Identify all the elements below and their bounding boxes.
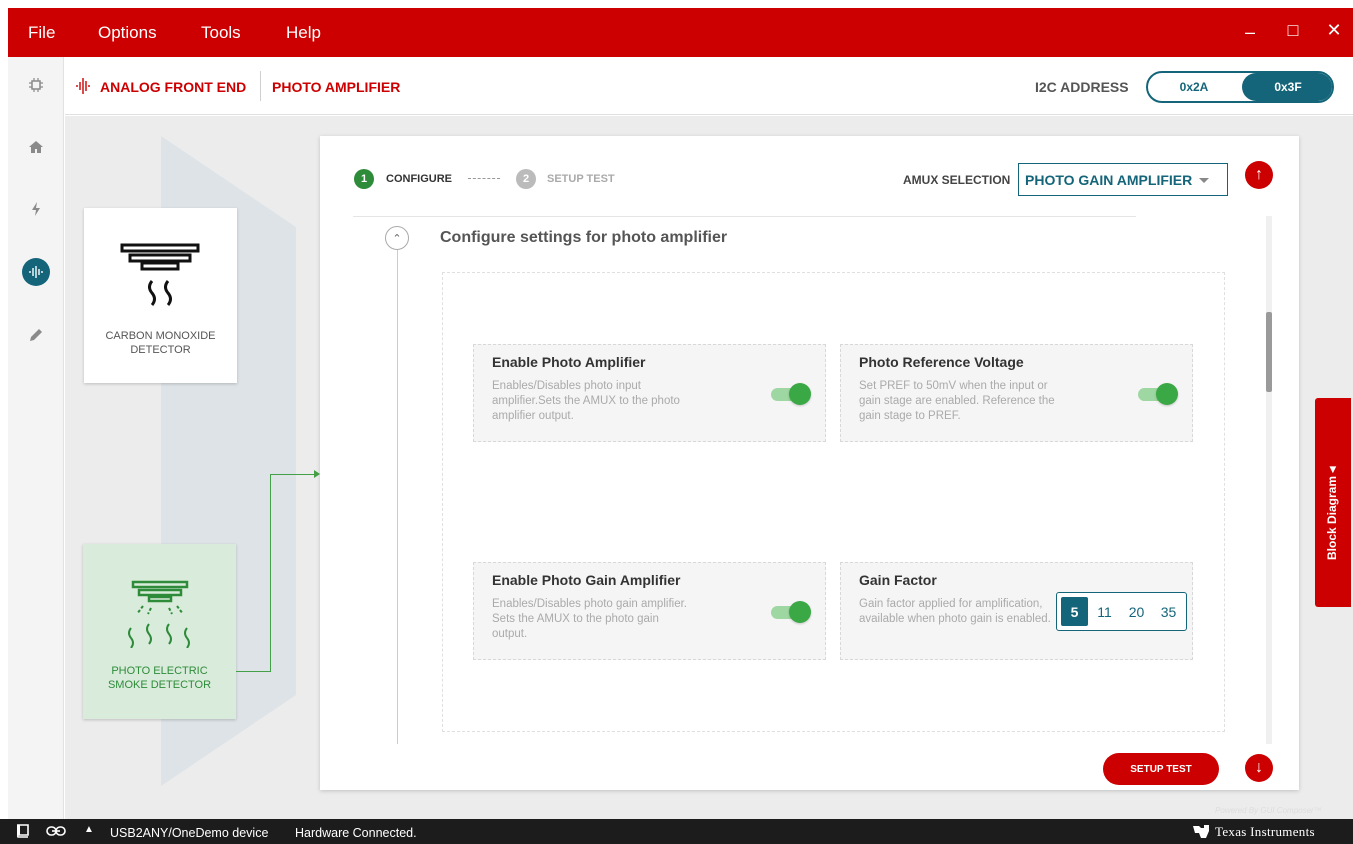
divider xyxy=(353,216,1136,217)
breadcrumb-analog-front-end[interactable]: ANALOG FRONT END xyxy=(100,79,246,95)
enable-photo-amplifier-toggle[interactable] xyxy=(771,383,811,405)
setting-enable-photo-amplifier: Enable Photo Amplifier Enables/Disables … xyxy=(473,344,826,442)
detector-card-carbon-monoxide[interactable]: CARBON MONOXIDE DETECTOR xyxy=(84,208,237,383)
setting-photo-reference-voltage: Photo Reference Voltage Set PREF to 50mV… xyxy=(840,344,1193,442)
setting-title: Photo Reference Voltage xyxy=(859,354,1024,370)
toggle-knob xyxy=(1156,383,1178,405)
close-icon[interactable]: ✕ xyxy=(1322,20,1346,41)
detector-label-line2: SMOKE DETECTOR xyxy=(107,679,212,691)
menu-tools[interactable]: Tools xyxy=(201,23,241,43)
detector-label-line1: PHOTO ELECTRIC xyxy=(111,665,208,677)
toggle-knob xyxy=(789,601,811,623)
setting-title: Gain Factor xyxy=(859,572,937,588)
waveform-icon[interactable] xyxy=(22,258,50,286)
amux-selection-dropdown[interactable]: PHOTO GAIN AMPLIFIER xyxy=(1018,163,1228,196)
collapse-button[interactable]: ⌃ xyxy=(385,226,409,250)
menu-help[interactable]: Help xyxy=(286,23,321,43)
photo-reference-voltage-toggle[interactable] xyxy=(1138,383,1178,405)
scroll-up-button[interactable]: ↑ xyxy=(1245,161,1273,189)
timeline-line xyxy=(397,250,398,744)
gain-option-20[interactable]: 20 xyxy=(1123,597,1150,626)
chevron-up-icon[interactable]: ▲ xyxy=(84,824,94,835)
block-diagram-label: Block Diagram ◂ xyxy=(1325,466,1339,560)
gain-factor-selector[interactable]: 5 11 20 35 xyxy=(1056,592,1187,631)
nav-rail xyxy=(8,57,64,819)
arrow-up-icon: ↑ xyxy=(1255,166,1263,183)
connector-line xyxy=(236,671,271,672)
setting-title: Enable Photo Gain Amplifier xyxy=(492,572,681,588)
flash-icon[interactable] xyxy=(22,195,50,223)
menu-file[interactable]: File xyxy=(28,23,55,43)
setting-description: Gain factor applied for amplification, a… xyxy=(859,598,1051,625)
maximize-icon[interactable]: □ xyxy=(1281,20,1305,41)
step-2-badge: 2 xyxy=(516,169,536,189)
ti-brand-text: Texas Instruments xyxy=(1215,824,1315,839)
scrollbar-thumb[interactable] xyxy=(1266,312,1272,392)
pencil-icon[interactable] xyxy=(22,321,50,349)
connection-status: Hardware Connected. xyxy=(295,826,417,840)
i2c-address-toggle[interactable]: 0x2A 0x3F xyxy=(1146,71,1334,103)
connector-line xyxy=(270,474,316,475)
step-configure[interactable]: CONFIGURE xyxy=(386,173,452,185)
chip-icon[interactable] xyxy=(22,71,50,99)
setting-description: Set PREF to 50mV when the input or gain … xyxy=(859,380,1055,422)
powered-by-text: Powered By GUI Composer™ xyxy=(1215,806,1322,815)
device-name: USB2ANY/OneDemo device xyxy=(110,826,269,840)
home-icon[interactable] xyxy=(22,133,50,161)
configure-panel: 1 CONFIGURE 2 SETUP TEST AMUX SELECTION … xyxy=(320,136,1299,790)
setting-description: Enables/Disables photo gain amplifier. S… xyxy=(492,598,687,640)
amux-selection-value: PHOTO GAIN AMPLIFIER xyxy=(1025,171,1193,188)
setting-enable-photo-gain-amplifier: Enable Photo Gain Amplifier Enables/Disa… xyxy=(473,562,826,660)
menu-bar: File Options Tools Help – □ ✕ xyxy=(8,8,1353,57)
detector-card-photo-electric-smoke[interactable]: PHOTO ELECTRIC SMOKE DETECTOR xyxy=(83,544,236,719)
scrollbar-track[interactable] xyxy=(1266,216,1272,744)
setting-gain-factor: Gain Factor Gain factor applied for ampl… xyxy=(840,562,1193,660)
amux-selection-label: AMUX SELECTION xyxy=(903,173,1011,187)
i2c-option-0x2a[interactable]: 0x2A xyxy=(1148,73,1240,101)
detector-label-line1: CARBON MONOXIDE xyxy=(105,330,216,342)
step-connector xyxy=(468,178,500,179)
page-title: PHOTO AMPLIFIER xyxy=(272,79,401,95)
book-icon[interactable] xyxy=(14,824,30,843)
header-divider xyxy=(260,71,261,101)
gain-option-35[interactable]: 35 xyxy=(1155,597,1182,626)
toggle-knob xyxy=(789,383,811,405)
connector-line xyxy=(270,474,271,671)
detector-label-line2: DETECTOR xyxy=(130,344,191,356)
menu-options[interactable]: Options xyxy=(98,23,157,43)
i2c-address-label: I2C ADDRESS xyxy=(1035,79,1129,95)
step-setup-test[interactable]: SETUP TEST xyxy=(547,173,615,185)
setting-description: Enables/Disables photo input amplifier.S… xyxy=(492,380,680,422)
page-header: ANALOG FRONT END PHOTO AMPLIFIER I2C ADD… xyxy=(65,57,1353,115)
setting-title: Enable Photo Amplifier xyxy=(492,354,646,370)
status-bar: ▲ USB2ANY/OneDemo device Hardware Connec… xyxy=(0,819,1353,844)
ti-logo-icon xyxy=(1192,823,1210,844)
settings-container: Enable Photo Amplifier Enables/Disables … xyxy=(442,272,1225,732)
link-icon[interactable] xyxy=(46,824,66,843)
chevron-up-icon: ⌃ xyxy=(392,232,402,245)
chevron-down-icon xyxy=(1199,178,1209,183)
waveform-icon xyxy=(75,77,91,100)
section-title: Configure settings for photo amplifier xyxy=(440,229,728,246)
gain-option-11[interactable]: 11 xyxy=(1091,597,1118,626)
co-detector-icon xyxy=(120,241,200,316)
setup-test-button[interactable]: SETUP TEST xyxy=(1103,753,1219,785)
step-1-badge: 1 xyxy=(354,169,374,189)
i2c-option-0x3f[interactable]: 0x3F xyxy=(1242,73,1332,101)
smoke-detector-icon xyxy=(123,578,197,653)
arrow-down-icon: ↓ xyxy=(1255,759,1263,776)
scroll-down-button[interactable]: ↓ xyxy=(1245,754,1273,782)
minimize-icon[interactable]: – xyxy=(1238,22,1262,43)
enable-photo-gain-amplifier-toggle[interactable] xyxy=(771,601,811,623)
gain-option-5[interactable]: 5 xyxy=(1061,597,1088,626)
